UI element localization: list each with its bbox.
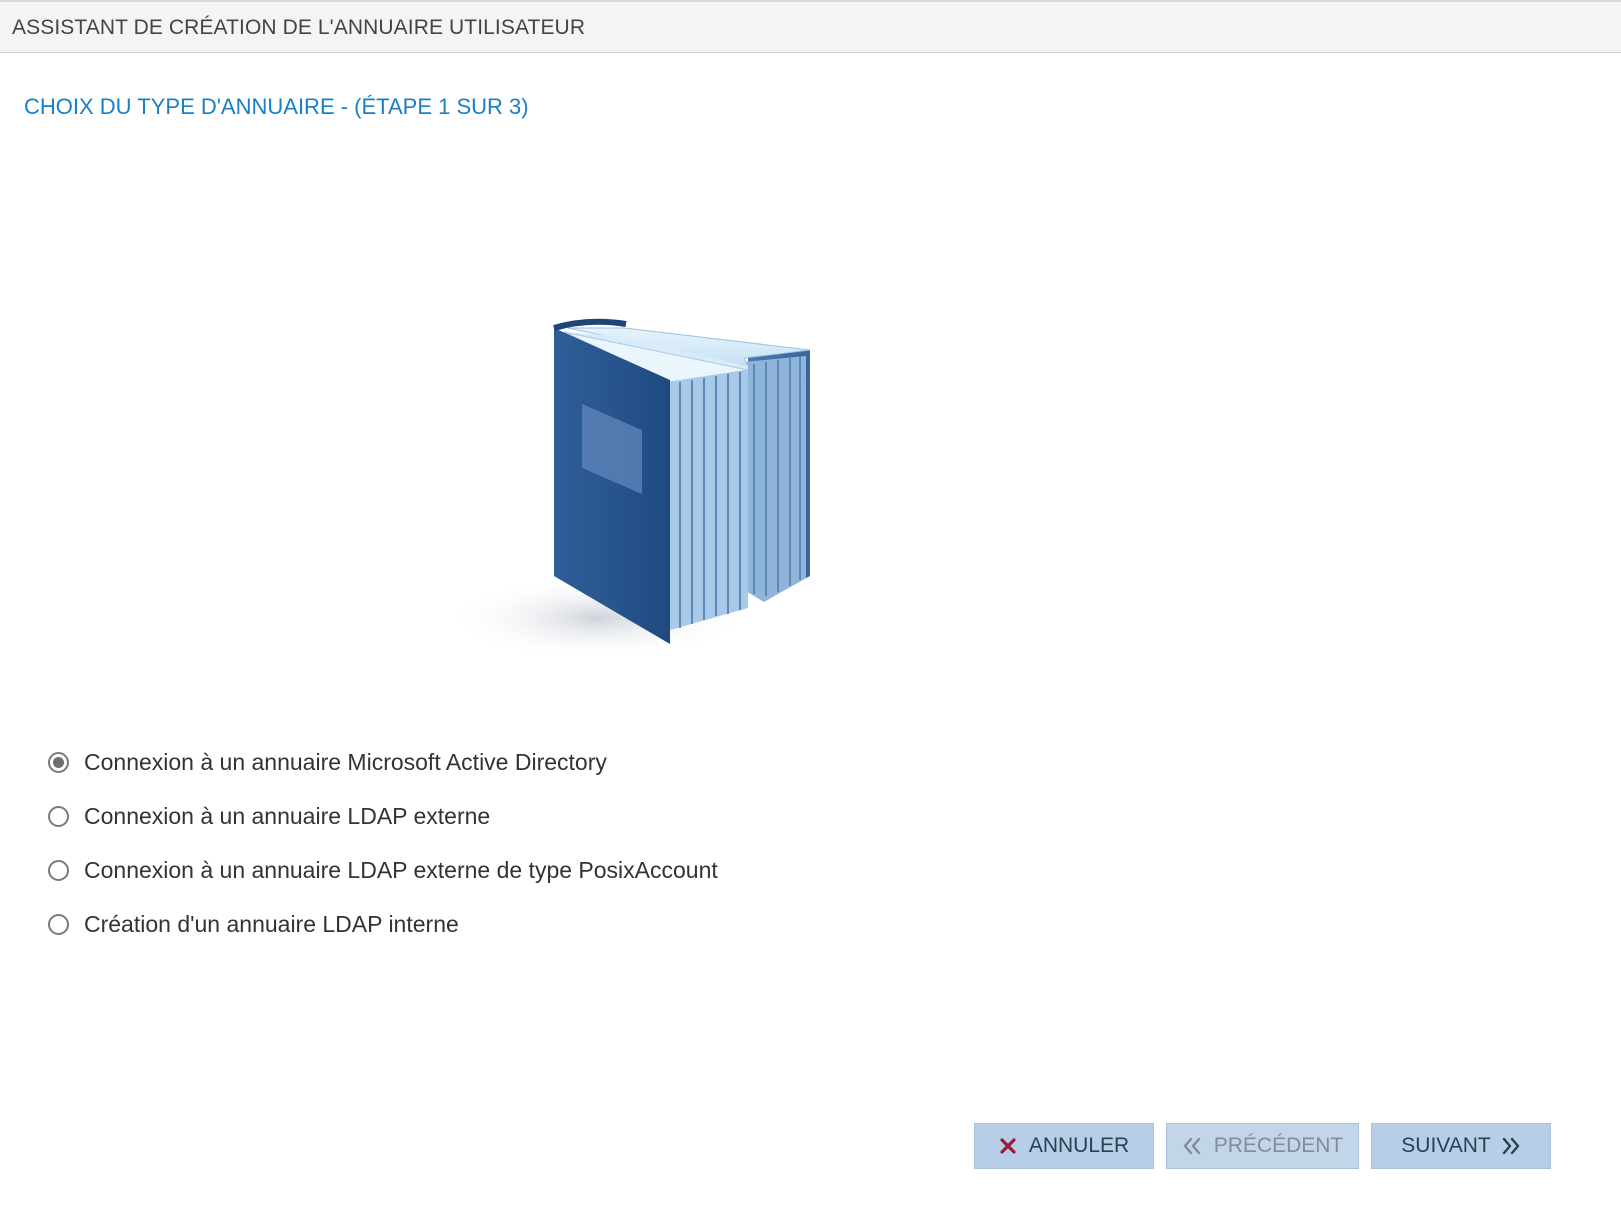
- step-title: CHOIX DU TYPE D'ANNUAIRE - (ÉTAPE 1 SUR …: [24, 94, 529, 119]
- close-icon: [999, 1137, 1017, 1155]
- option-ldap-internal[interactable]: Création d'un annuaire LDAP interne: [48, 897, 718, 951]
- previous-button-label: PRÉCÉDENT: [1213, 1134, 1344, 1157]
- double-chevron-left-icon: [1182, 1137, 1202, 1155]
- option-ldap-posix[interactable]: Connexion à un annuaire LDAP externe de …: [48, 843, 718, 897]
- wizard-title: ASSISTANT DE CRÉATION DE L'ANNUAIRE UTIL…: [12, 16, 586, 39]
- option-active-directory[interactable]: Connexion à un annuaire Microsoft Active…: [48, 735, 718, 789]
- option-label: Création d'un annuaire LDAP interne: [84, 910, 459, 937]
- option-ldap-external[interactable]: Connexion à un annuaire LDAP externe: [48, 789, 718, 843]
- book-icon: [448, 318, 828, 688]
- previous-button[interactable]: PRÉCÉDENT: [1166, 1123, 1359, 1169]
- next-button[interactable]: SUIVANT: [1371, 1123, 1551, 1169]
- next-button-label: SUIVANT: [1401, 1134, 1491, 1157]
- radio-ldap-posix[interactable]: [48, 859, 69, 881]
- radio-ldap-external[interactable]: [48, 805, 69, 827]
- radio-active-directory[interactable]: [48, 751, 69, 773]
- directory-type-options: Connexion à un annuaire Microsoft Active…: [48, 735, 718, 951]
- double-chevron-right-icon: [1501, 1137, 1521, 1155]
- radio-ldap-internal[interactable]: [48, 913, 69, 935]
- option-label: Connexion à un annuaire Microsoft Active…: [84, 748, 607, 775]
- cancel-button-label: ANNULER: [1028, 1134, 1130, 1157]
- option-label: Connexion à un annuaire LDAP externe de …: [84, 856, 718, 883]
- wizard-titlebar: ASSISTANT DE CRÉATION DE L'ANNUAIRE UTIL…: [0, 0, 1621, 53]
- option-label: Connexion à un annuaire LDAP externe: [84, 802, 491, 829]
- cancel-button[interactable]: ANNULER: [974, 1123, 1154, 1169]
- wizard-window: ASSISTANT DE CRÉATION DE L'ANNUAIRE UTIL…: [0, 0, 1621, 1218]
